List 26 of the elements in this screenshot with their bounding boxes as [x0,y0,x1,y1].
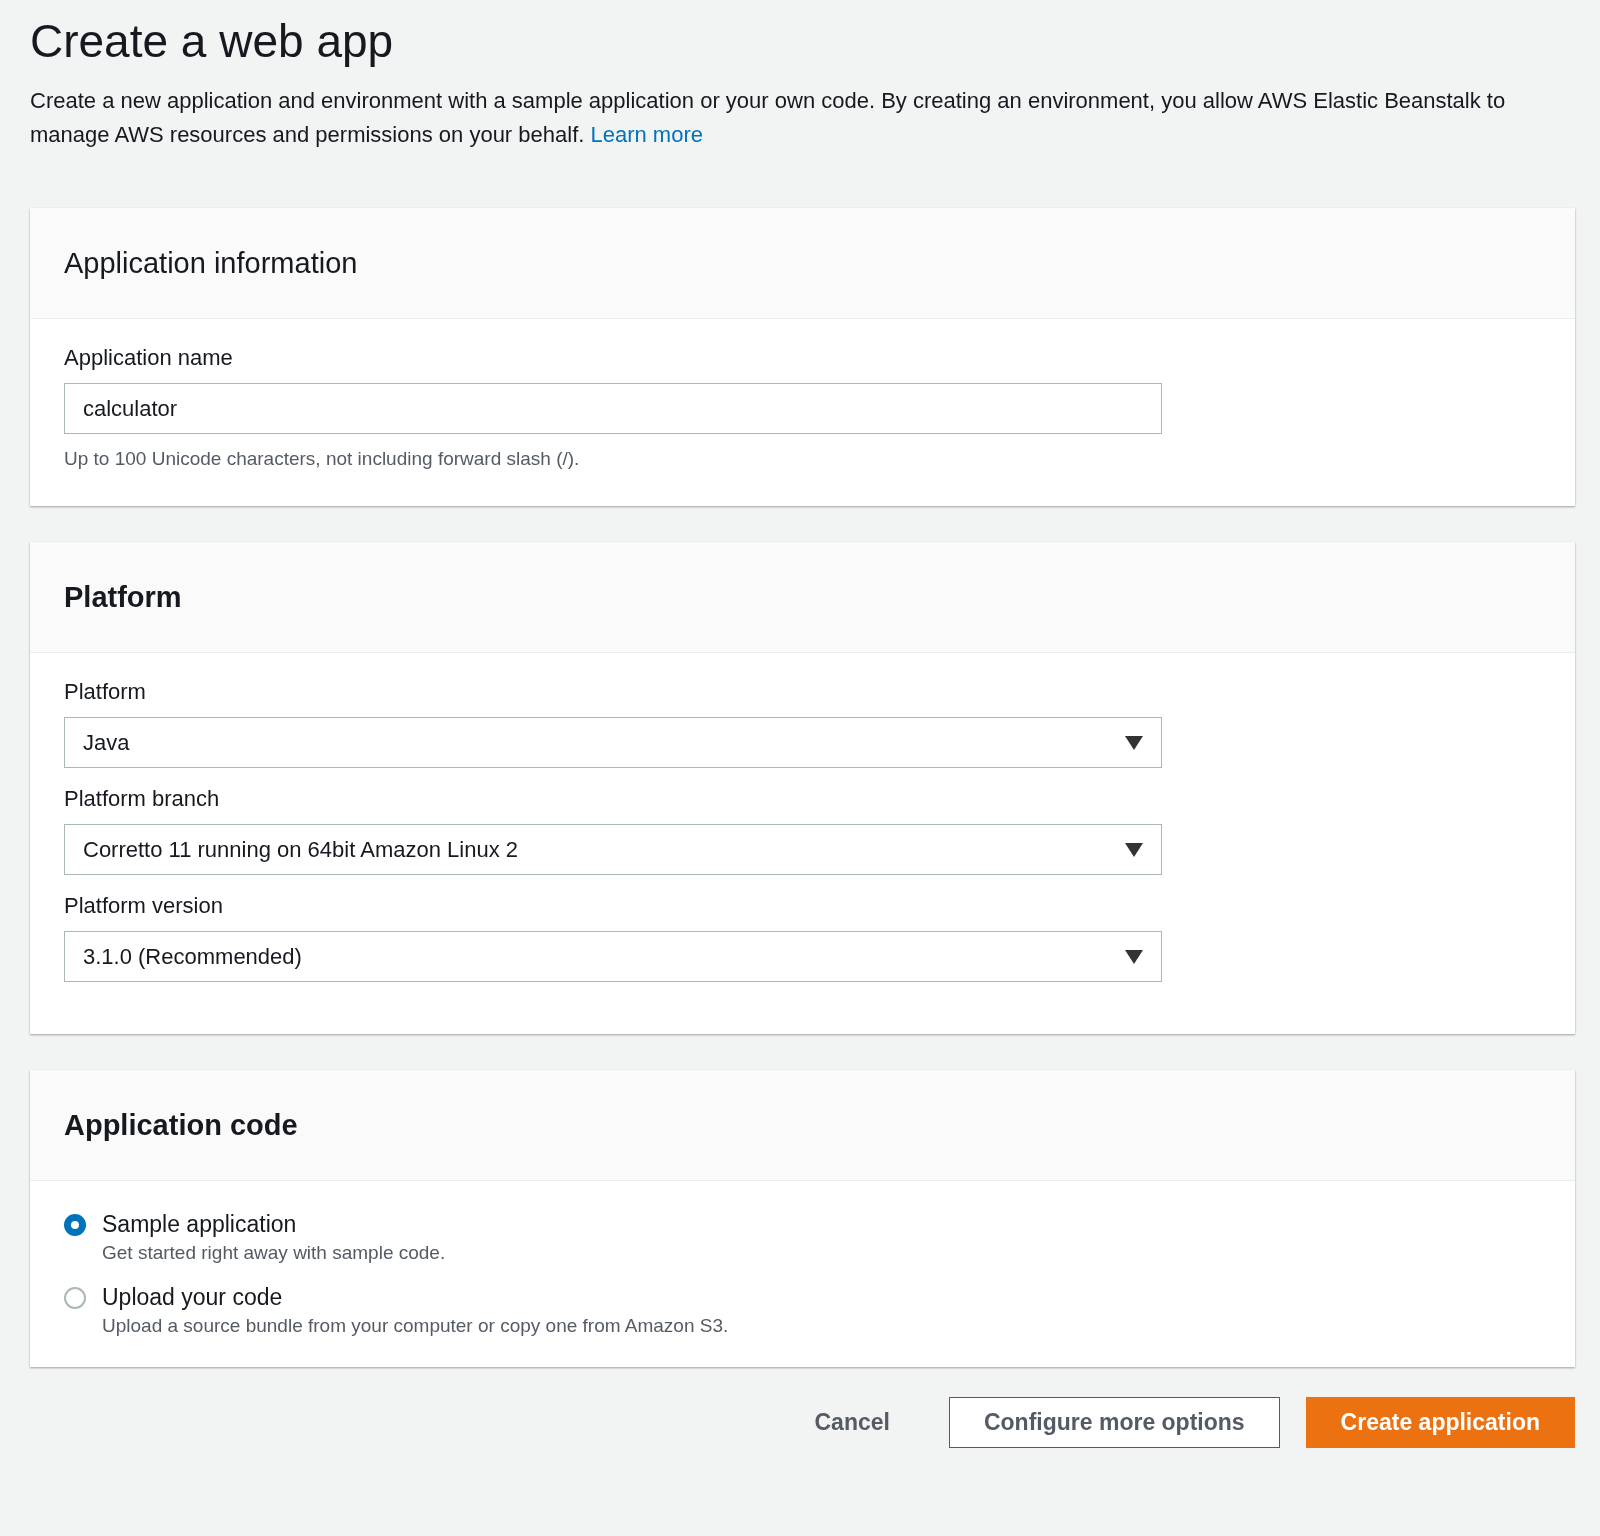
select-field[interactable]: Java [64,717,1162,768]
section-title: Application code [64,1108,298,1142]
section-title: Platform [64,580,182,614]
select-field[interactable]: Corretto 11 running on 64bit Amazon Linux 2 [64,824,1162,875]
learn-more-link[interactable]: Learn more [590,122,703,147]
caret-icon [1125,949,1143,964]
field-label: Platform version [64,893,224,919]
radio-button[interactable] [64,1214,86,1236]
caret-icon [1125,735,1143,750]
option-description: Upload a source bundle from your computer or copy one from Amazon S3. [102,1315,729,1337]
field-label: Platform [64,679,147,705]
cancel-link[interactable]: Cancel [781,1397,923,1448]
radio-button[interactable] [64,1287,86,1309]
option-description: Get started right away with sample code. [102,1242,446,1264]
caret-icon [1125,842,1143,857]
action-button[interactable]: Configure more options [948,1397,1280,1448]
select-field[interactable]: 3.1.0 (Recommended) [64,931,1162,982]
option-label: Sample application [102,1211,298,1238]
page-title: Create a web app [30,14,395,68]
section-title: Application information [64,246,358,280]
page-description: Create a new application and environment with a sample application or your own code. By creating an environment, you allow AWS Elastic Beanstalk to manage AWS resources and permissions on your behalf. Learn more [30,87,1507,149]
field-label: Application name [64,345,234,371]
option-label: Upload your code [102,1284,284,1311]
input-field[interactable]: calculator [64,383,1162,434]
field-hint: Up to 100 Unicode characters, not including forward slash (/). [64,448,581,470]
field-label: Platform branch [64,786,221,812]
